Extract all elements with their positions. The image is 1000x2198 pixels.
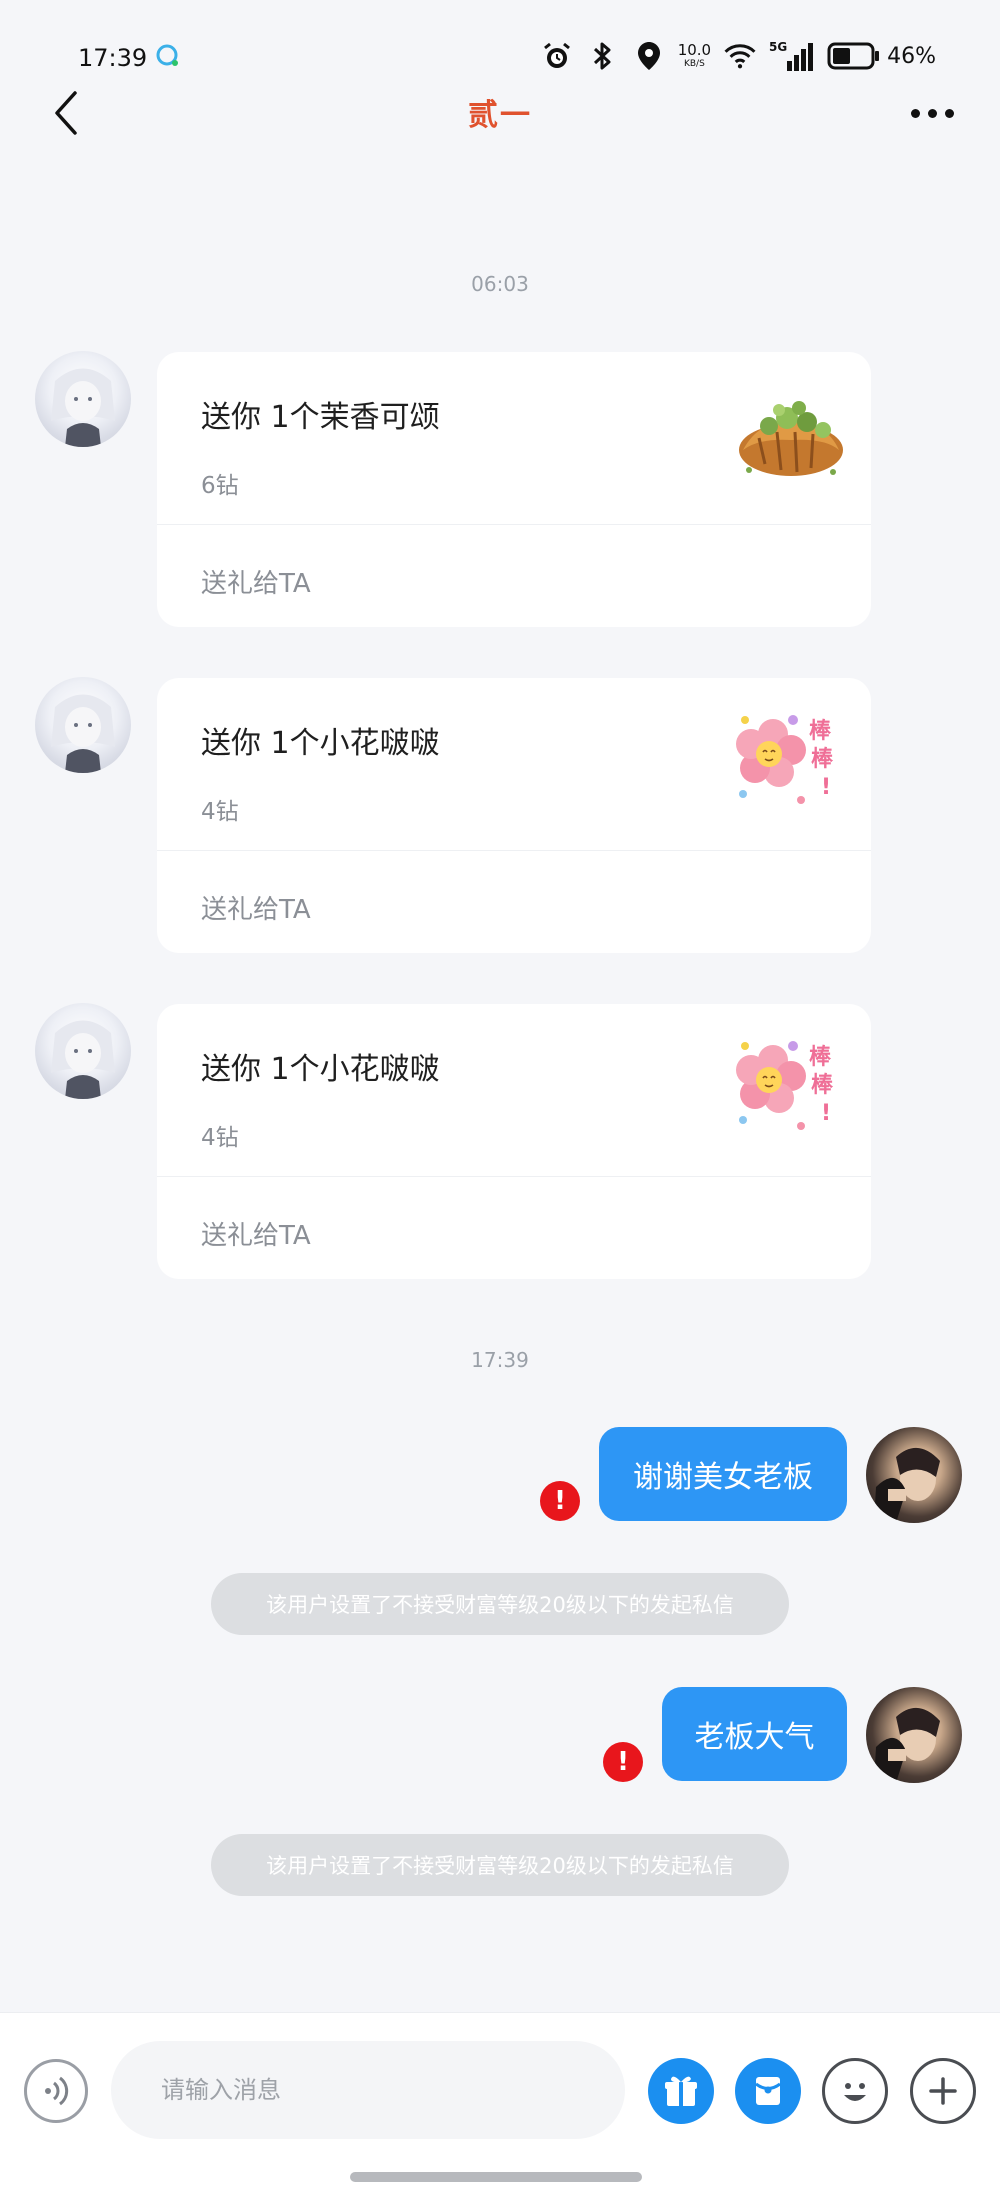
chat-header: 贰一 <box>0 80 1000 146</box>
bangbang-sticker-text: ! <box>821 1101 831 1126</box>
gift-message-card: 送你 1个茉香可颂 6钻 送礼给TA <box>157 352 871 627</box>
my-avatar[interactable] <box>866 1687 962 1783</box>
message-timestamp: 06:03 <box>471 272 529 296</box>
my-avatar[interactable] <box>866 1427 962 1523</box>
home-indicator[interactable] <box>350 2172 642 2182</box>
sender-avatar[interactable] <box>35 1003 131 1099</box>
emoji-icon <box>844 2083 866 2101</box>
location-icon <box>632 39 666 73</box>
croissant-gift-icon <box>729 380 851 488</box>
message-input-bar <box>0 2012 1000 2198</box>
red-packet-icon <box>755 2077 781 2105</box>
battery: 46% <box>827 41 936 71</box>
message-timestamp: 17:39 <box>471 1348 529 1372</box>
more-options-button[interactable] <box>904 88 960 138</box>
gift-price: 4钻 <box>201 799 239 825</box>
gift-divider <box>157 1176 871 1177</box>
emoji-button[interactable] <box>822 2058 888 2124</box>
chat-title: 贰一 <box>468 98 532 133</box>
status-time: 17:39 <box>78 44 148 72</box>
bangbang-sticker-text: 棒 <box>811 1073 834 1098</box>
system-notice: 该用户设置了不接受财富等级20级以下的发起私信 <box>211 1573 789 1635</box>
gift-divider <box>157 850 871 851</box>
gift-button[interactable] <box>648 2058 714 2124</box>
bangbang-sticker-text: 棒 <box>809 719 832 744</box>
message-input[interactable] <box>111 2041 625 2139</box>
gift-title: 送你 1个茉香可颂 <box>201 400 440 435</box>
gift-message-card: 送你 1个小花啵啵 4钻 棒 棒 ! 送礼给TA <box>157 678 871 953</box>
voice-icon <box>45 2076 69 2106</box>
flower-bobo-gift-icon: 棒 棒 ! <box>729 1032 851 1140</box>
network-speed: 10.0 KB/S <box>678 43 711 69</box>
more-dot-icon <box>944 108 954 118</box>
send-failed-icon[interactable]: ! <box>603 1742 643 1782</box>
gift-message-card: 送你 1个小花啵啵 4钻 棒 棒 ! 送礼给TA <box>157 1004 871 1279</box>
gift-price: 4钻 <box>201 1125 239 1151</box>
signal-icon: 5G <box>769 39 815 73</box>
bluetooth-icon <box>586 39 620 73</box>
gift-title: 送你 1个小花啵啵 <box>201 726 440 761</box>
battery-icon <box>827 42 880 70</box>
net-speed-unit: KB/S <box>683 59 705 69</box>
net-speed-value: 10.0 <box>677 41 712 59</box>
send-failed-icon[interactable]: ! <box>540 1481 580 1521</box>
more-dot-icon <box>927 108 937 118</box>
outgoing-message-bubble[interactable]: 老板大气 <box>662 1687 847 1781</box>
more-actions-button[interactable] <box>910 2058 976 2124</box>
gift-price: 6钻 <box>201 473 239 499</box>
flower-bobo-gift-icon: 棒 棒 ! <box>729 706 851 814</box>
bangbang-sticker-text: ! <box>821 775 831 800</box>
bangbang-sticker-text: 棒 <box>811 747 834 772</box>
send-gift-back-link[interactable]: 送礼给TA <box>201 889 311 926</box>
battery-percent: 46% <box>887 43 936 69</box>
alarm-icon <box>540 39 574 73</box>
network-type-label: 5G <box>769 40 787 54</box>
gift-icon <box>665 2076 697 2106</box>
status-icons: 10.0 KB/S 5G 46% <box>540 36 936 76</box>
sender-avatar[interactable] <box>35 677 131 773</box>
send-gift-back-link[interactable]: 送礼给TA <box>201 1215 311 1252</box>
more-dot-icon <box>910 108 920 118</box>
sender-avatar[interactable] <box>35 351 131 447</box>
gift-divider <box>157 524 871 525</box>
wifi-icon <box>723 39 757 73</box>
send-gift-back-link[interactable]: 送礼给TA <box>201 563 311 600</box>
bangbang-sticker-text: 棒 <box>809 1045 832 1070</box>
red-packet-button[interactable] <box>735 2058 801 2124</box>
plus-icon <box>929 2077 957 2105</box>
system-notice: 该用户设置了不接受财富等级20级以下的发起私信 <box>211 1834 789 1896</box>
app-notification-icon <box>154 42 182 70</box>
voice-input-button[interactable] <box>24 2059 88 2123</box>
outgoing-message-bubble[interactable]: 谢谢美女老板 <box>599 1427 847 1521</box>
gift-title: 送你 1个小花啵啵 <box>201 1052 440 1087</box>
